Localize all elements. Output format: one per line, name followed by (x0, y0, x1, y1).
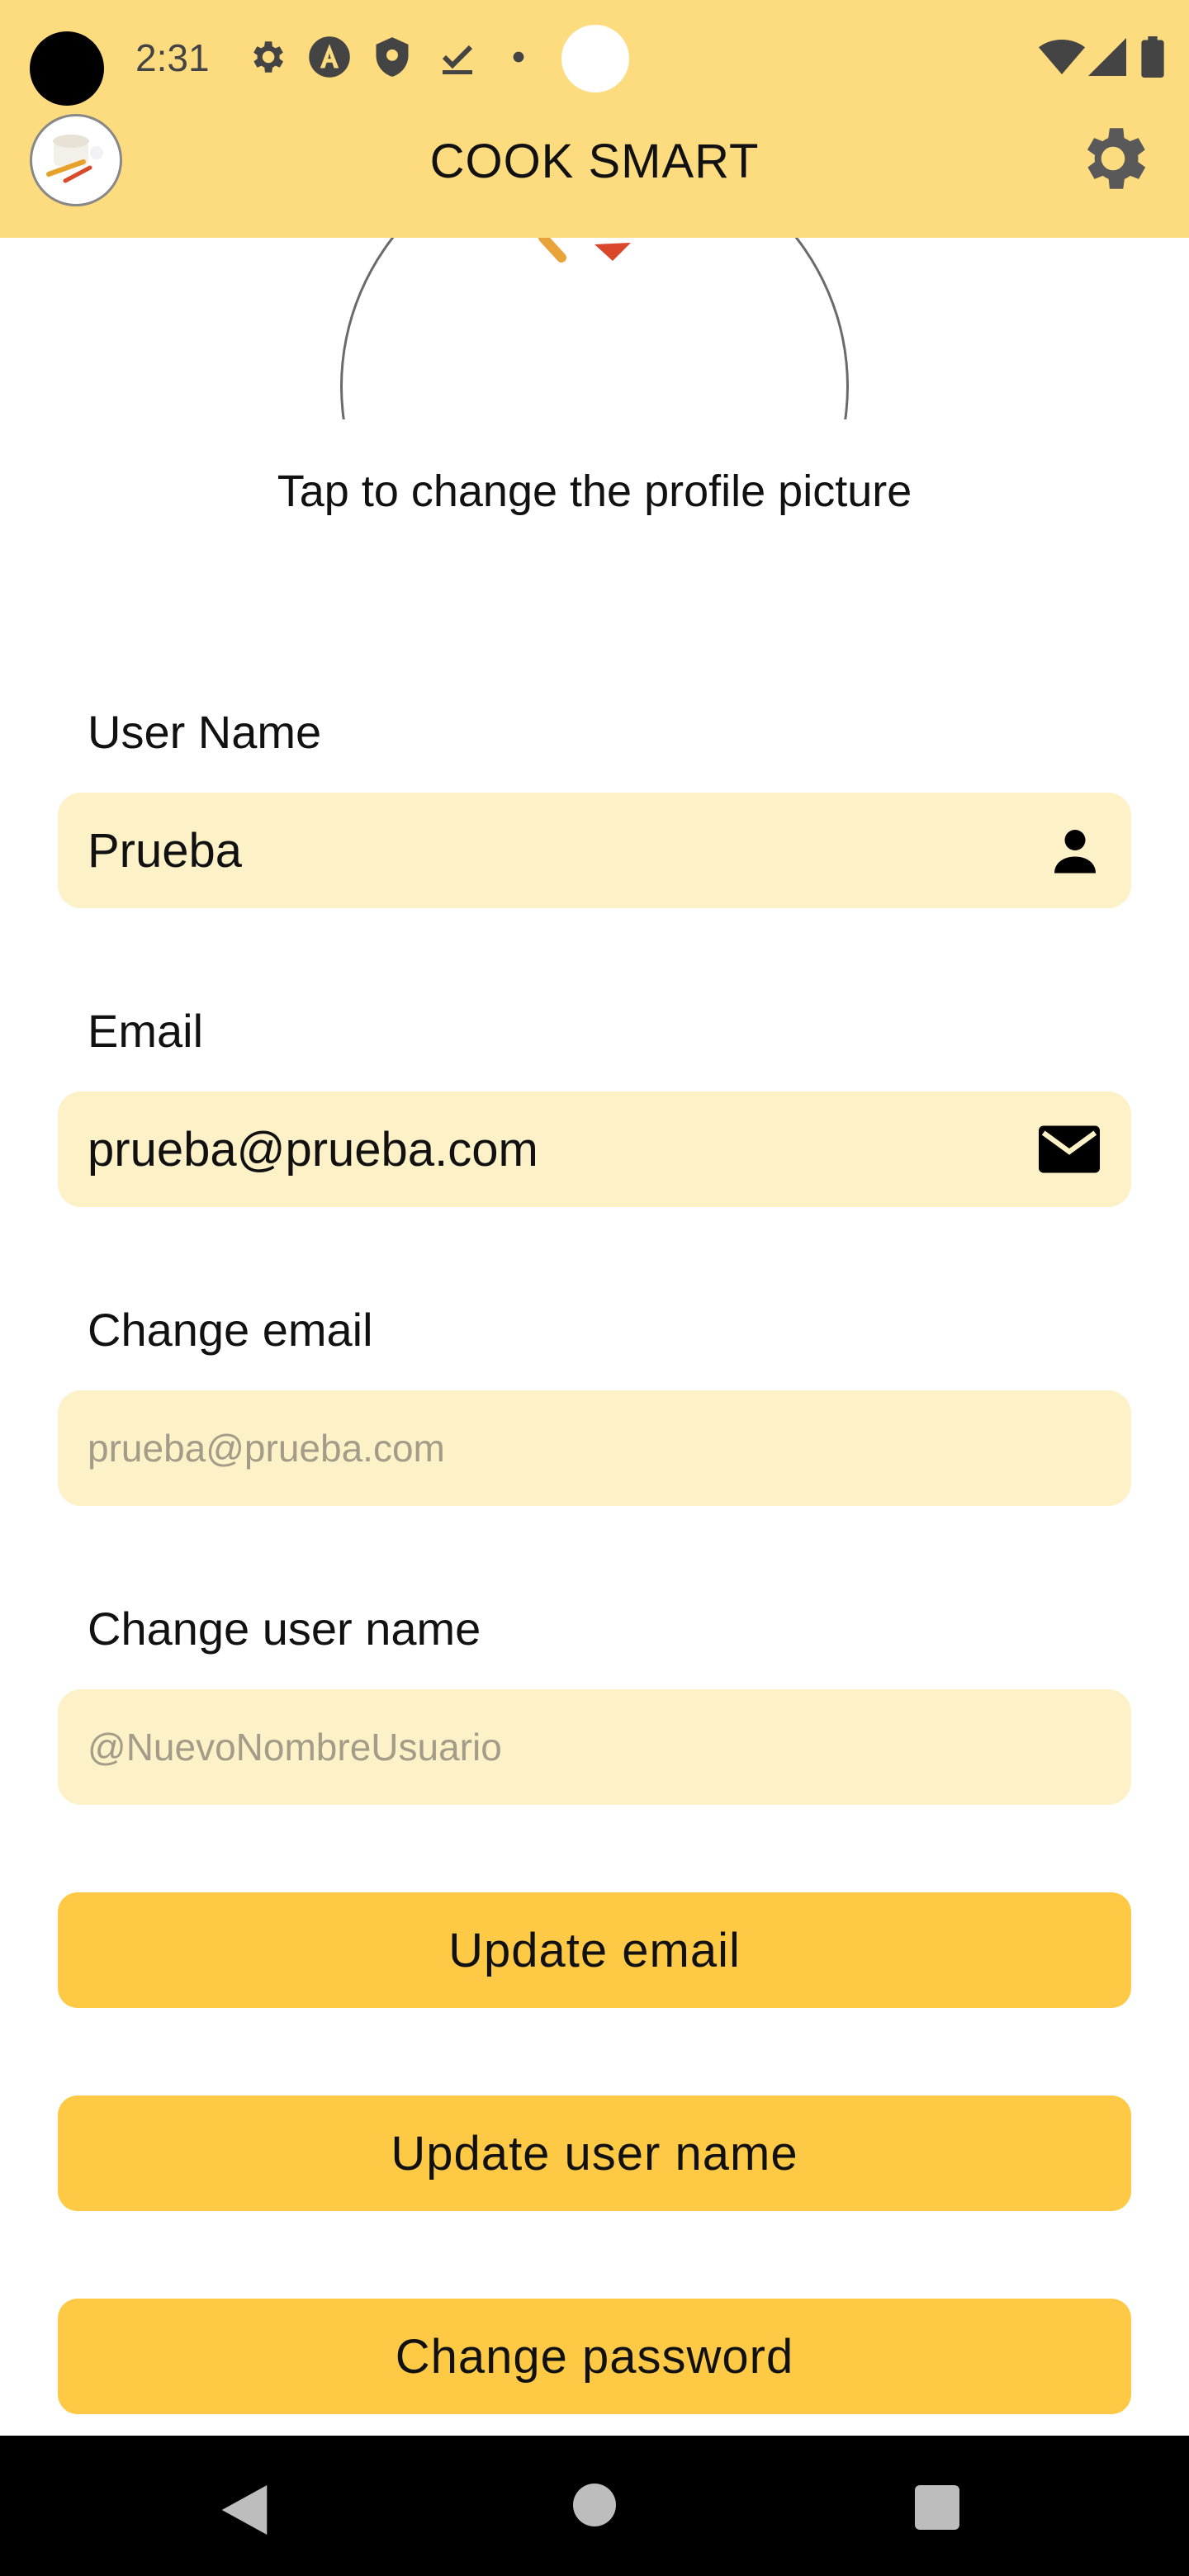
recents-icon[interactable] (915, 2485, 959, 2530)
email-field: prueba@prueba.com (58, 1091, 1131, 1207)
username-label: User Name (88, 706, 322, 758)
profile-picture-image (538, 238, 631, 263)
mail-icon (1039, 1091, 1100, 1207)
email-value: prueba@prueba.com (88, 1122, 538, 1177)
change-email-label: Change email (88, 1304, 373, 1356)
gear-icon (1073, 118, 1153, 203)
change-email-field (58, 1390, 1131, 1506)
dot-icon (512, 35, 525, 79)
change-password-button[interactable]: Change password (58, 2299, 1131, 2414)
change-username-label: Change user name (88, 1603, 481, 1655)
change-picture-hint[interactable]: Tap to change the profile picture (0, 462, 1189, 520)
change-email-input[interactable] (58, 1390, 1131, 1506)
status-time: 2:31 (135, 36, 210, 79)
update-email-button[interactable]: Update email (58, 1892, 1131, 2008)
shield-icon (373, 35, 411, 79)
profile-picture[interactable] (0, 238, 1189, 419)
username-value: Prueba (88, 823, 243, 878)
back-icon[interactable] (221, 2485, 268, 2539)
email-label: Email (88, 1005, 204, 1057)
app-title: COOK SMART (429, 135, 760, 188)
status-white-dot (561, 25, 629, 92)
change-username-input[interactable] (58, 1689, 1131, 1805)
download-done-icon (438, 35, 477, 79)
settings-button[interactable] (1070, 117, 1156, 203)
change-username-field (58, 1689, 1131, 1805)
gear-icon (246, 35, 287, 79)
wifi-icon (1039, 35, 1085, 79)
battery-icon (1141, 35, 1164, 79)
username-field: Prueba (58, 793, 1131, 908)
person-icon (1050, 793, 1100, 908)
cell-signal-icon (1088, 35, 1126, 79)
camera-cutout (30, 31, 104, 106)
home-icon[interactable] (573, 2484, 616, 2526)
app-a-icon (307, 35, 352, 79)
update-username-button[interactable]: Update user name (58, 2095, 1131, 2211)
